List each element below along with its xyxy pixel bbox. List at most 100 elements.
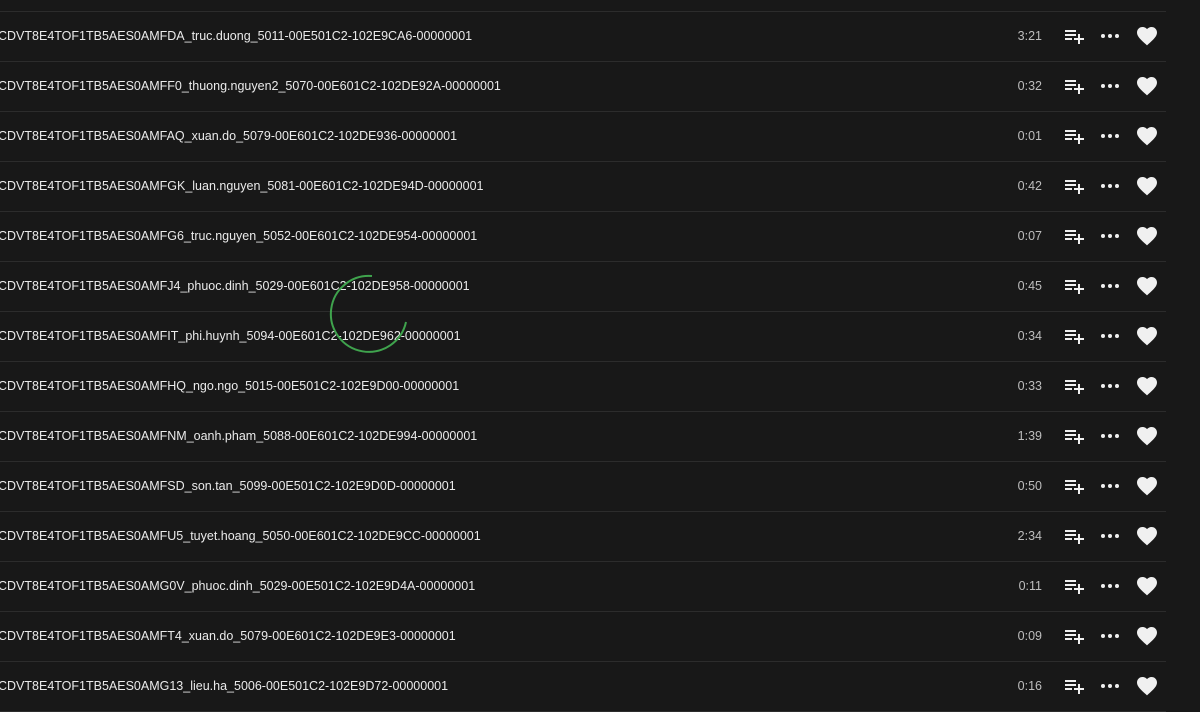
track-title: CDVT8E4TOF1TB5AES0AMFNM_oanh.pham_5088-0… — [0, 429, 478, 443]
loading-spinner — [329, 274, 407, 353]
playlist-add-icon — [1065, 580, 1084, 594]
more-horizontal-icon — [1101, 284, 1119, 288]
like-button[interactable] — [1135, 274, 1159, 298]
more-options-button[interactable] — [1098, 274, 1122, 298]
track-row[interactable]: CDVT8E4TOF1TB5AES0AMFDA_truc.duong_5011-… — [0, 12, 1166, 62]
playlist-add-icon — [1065, 680, 1084, 694]
track-rows: CDVT8E4TOF1TB5AES0AMFDA_truc.duong_5011-… — [0, 12, 1166, 712]
more-options-button[interactable] — [1098, 424, 1122, 448]
track-duration: 3:21 — [1017, 29, 1042, 43]
more-horizontal-icon — [1101, 534, 1119, 538]
track-duration: 0:32 — [1017, 79, 1042, 93]
add-to-queue-button[interactable] — [1062, 224, 1086, 248]
add-to-queue-button[interactable] — [1062, 124, 1086, 148]
playlist-add-icon — [1065, 430, 1084, 444]
add-to-queue-button[interactable] — [1062, 424, 1086, 448]
more-horizontal-icon — [1101, 84, 1119, 88]
heart-icon — [1137, 227, 1157, 246]
track-duration: 0:09 — [1017, 629, 1042, 643]
heart-icon — [1137, 277, 1157, 296]
track-title: CDVT8E4TOF1TB5AES0AMG0V_phuoc.dinh_5029-… — [0, 579, 476, 593]
more-options-button[interactable] — [1098, 324, 1122, 348]
track-row[interactable]: CDVT8E4TOF1TB5AES0AMG0V_phuoc.dinh_5029-… — [0, 562, 1166, 612]
like-button[interactable] — [1135, 524, 1159, 548]
track-title: CDVT8E4TOF1TB5AES0AMG13_lieu.ha_5006-00E… — [0, 679, 449, 693]
more-horizontal-icon — [1101, 134, 1119, 138]
track-title: CDVT8E4TOF1TB5AES0AMFAQ_xuan.do_5079-00E… — [0, 129, 458, 143]
add-to-queue-button[interactable] — [1062, 374, 1086, 398]
track-row[interactable]: CDVT8E4TOF1TB5AES0AMFAQ_xuan.do_5079-00E… — [0, 112, 1166, 162]
like-button[interactable] — [1135, 174, 1159, 198]
track-duration: 0:01 — [1017, 129, 1042, 143]
track-title: CDVT8E4TOF1TB5AES0AMFG6_truc.nguyen_5052… — [0, 229, 478, 243]
like-button[interactable] — [1135, 224, 1159, 248]
track-row[interactable]: CDVT8E4TOF1TB5AES0AMFJ4_phuoc.dinh_5029-… — [0, 262, 1166, 312]
add-to-queue-button[interactable] — [1062, 524, 1086, 548]
list-top-divider — [0, 0, 1166, 12]
more-options-button[interactable] — [1098, 524, 1122, 548]
more-horizontal-icon — [1101, 634, 1119, 638]
track-duration: 1:39 — [1017, 429, 1042, 443]
heart-icon — [1137, 427, 1157, 446]
more-options-button[interactable] — [1098, 674, 1122, 698]
track-title: CDVT8E4TOF1TB5AES0AMFHQ_ngo.ngo_5015-00E… — [0, 379, 460, 393]
add-to-queue-button[interactable] — [1062, 474, 1086, 498]
heart-icon — [1137, 627, 1157, 646]
playlist-add-icon — [1065, 380, 1084, 394]
like-button[interactable] — [1135, 624, 1159, 648]
add-to-queue-button[interactable] — [1062, 674, 1086, 698]
heart-icon — [1137, 677, 1157, 696]
add-to-queue-button[interactable] — [1062, 624, 1086, 648]
track-duration: 0:42 — [1017, 179, 1042, 193]
track-row[interactable]: CDVT8E4TOF1TB5AES0AMFIT_phi.huynh_5094-0… — [0, 312, 1166, 362]
add-to-queue-button[interactable] — [1062, 74, 1086, 98]
track-row[interactable]: CDVT8E4TOF1TB5AES0AMFF0_thuong.nguyen2_5… — [0, 62, 1166, 112]
track-row[interactable]: CDVT8E4TOF1TB5AES0AMFU5_tuyet.hoang_5050… — [0, 512, 1166, 562]
more-options-button[interactable] — [1098, 24, 1122, 48]
track-duration: 0:07 — [1017, 229, 1042, 243]
like-button[interactable] — [1135, 474, 1159, 498]
more-options-button[interactable] — [1098, 124, 1122, 148]
like-button[interactable] — [1135, 674, 1159, 698]
add-to-queue-button[interactable] — [1062, 324, 1086, 348]
add-to-queue-button[interactable] — [1062, 574, 1086, 598]
heart-icon — [1137, 77, 1157, 96]
more-options-button[interactable] — [1098, 374, 1122, 398]
track-list: CDVT8E4TOF1TB5AES0AMFDA_truc.duong_5011-… — [0, 0, 1166, 712]
playlist-add-icon — [1065, 130, 1084, 144]
like-button[interactable] — [1135, 574, 1159, 598]
track-row[interactable]: CDVT8E4TOF1TB5AES0AMFT4_xuan.do_5079-00E… — [0, 612, 1166, 662]
more-options-button[interactable] — [1098, 174, 1122, 198]
track-row[interactable]: CDVT8E4TOF1TB5AES0AMFGK_luan.nguyen_5081… — [0, 162, 1166, 212]
add-to-queue-button[interactable] — [1062, 274, 1086, 298]
like-button[interactable] — [1135, 24, 1159, 48]
track-row[interactable]: CDVT8E4TOF1TB5AES0AMG13_lieu.ha_5006-00E… — [0, 662, 1166, 712]
track-row[interactable]: CDVT8E4TOF1TB5AES0AMFNM_oanh.pham_5088-0… — [0, 412, 1166, 462]
more-horizontal-icon — [1101, 584, 1119, 588]
track-row[interactable]: CDVT8E4TOF1TB5AES0AMFHQ_ngo.ngo_5015-00E… — [0, 362, 1166, 412]
heart-icon — [1137, 527, 1157, 546]
like-button[interactable] — [1135, 374, 1159, 398]
more-options-button[interactable] — [1098, 574, 1122, 598]
track-row[interactable]: CDVT8E4TOF1TB5AES0AMFG6_truc.nguyen_5052… — [0, 212, 1166, 262]
more-horizontal-icon — [1101, 184, 1119, 188]
more-horizontal-icon — [1101, 334, 1119, 338]
more-options-button[interactable] — [1098, 624, 1122, 648]
track-title: CDVT8E4TOF1TB5AES0AMFF0_thuong.nguyen2_5… — [0, 79, 501, 93]
heart-icon — [1137, 27, 1157, 46]
playlist-add-icon — [1065, 630, 1084, 644]
like-button[interactable] — [1135, 424, 1159, 448]
add-to-queue-button[interactable] — [1062, 24, 1086, 48]
track-duration: 0:45 — [1017, 279, 1042, 293]
more-options-button[interactable] — [1098, 74, 1122, 98]
track-duration: 0:33 — [1017, 379, 1042, 393]
more-options-button[interactable] — [1098, 224, 1122, 248]
like-button[interactable] — [1135, 74, 1159, 98]
add-to-queue-button[interactable] — [1062, 174, 1086, 198]
track-duration: 0:50 — [1017, 479, 1042, 493]
like-button[interactable] — [1135, 124, 1159, 148]
more-options-button[interactable] — [1098, 474, 1122, 498]
track-row[interactable]: CDVT8E4TOF1TB5AES0AMFSD_son.tan_5099-00E… — [0, 462, 1166, 512]
heart-icon — [1137, 177, 1157, 196]
like-button[interactable] — [1135, 324, 1159, 348]
